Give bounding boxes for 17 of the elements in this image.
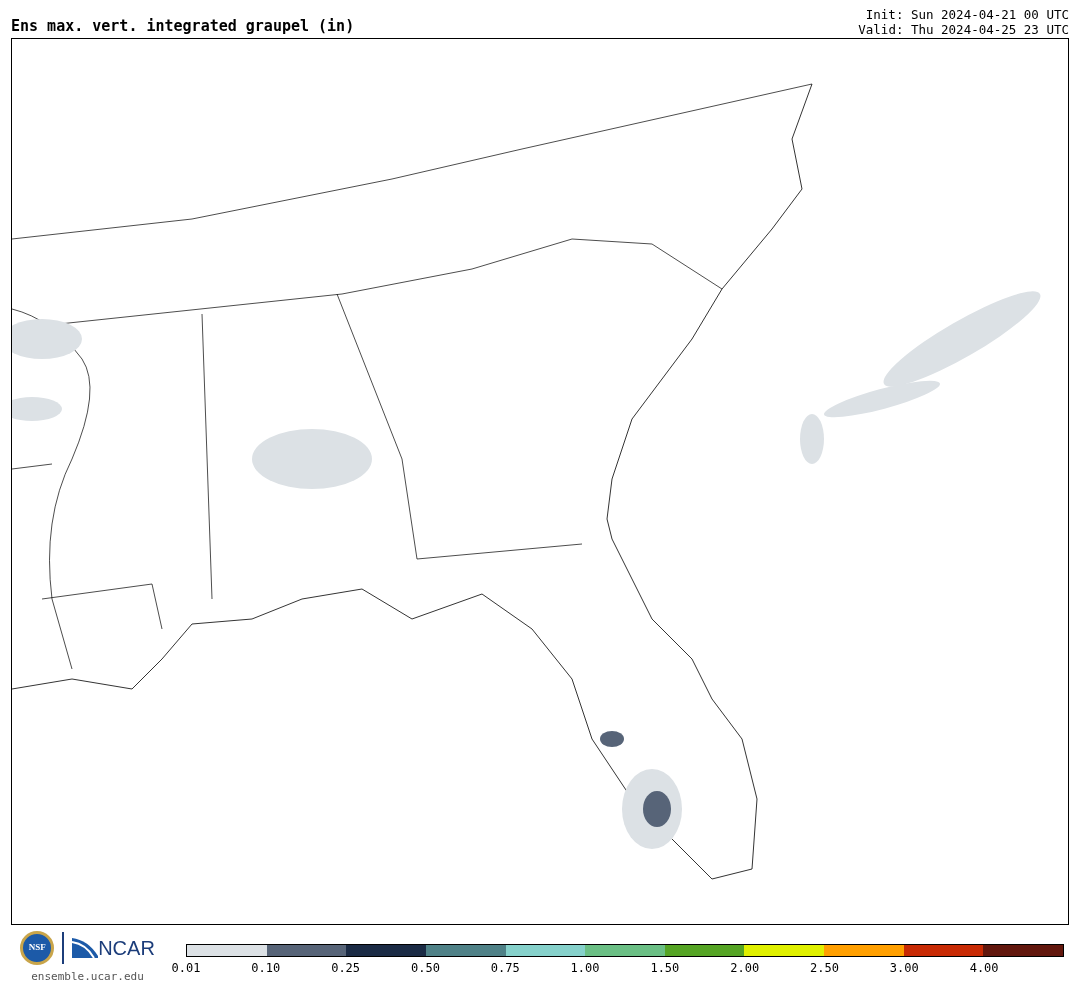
chart-title: Ens max. vert. integrated graupel (in) — [11, 19, 355, 37]
colorbar-label: 3.00 — [889, 962, 919, 974]
colorbar-label: 0.10 — [251, 962, 281, 974]
colorbar-label: 2.00 — [730, 962, 760, 974]
colorbar-label: 1.50 — [650, 962, 680, 974]
colorbar-label: 0.75 — [490, 962, 520, 974]
init-time: Init: Sun 2024-04-21 00 UTC — [865, 7, 1069, 22]
colorbar-label: 4.00 — [969, 962, 999, 974]
colorbar-label: 0.25 — [331, 962, 361, 974]
colorbar-label: 2.50 — [810, 962, 839, 974]
nsf-logo: NSF — [20, 931, 55, 965]
site-url: ensemble.ucar.edu — [31, 969, 144, 985]
valid-time: Valid: Thu 2024-04-25 23 UTC — [858, 22, 1069, 37]
colorbar-label: 0.50 — [411, 962, 440, 974]
colorbar-label: 0.01 — [171, 962, 201, 974]
colorbar-label: 1.00 — [570, 962, 600, 974]
ncar-logo: NCAR — [72, 938, 155, 958]
